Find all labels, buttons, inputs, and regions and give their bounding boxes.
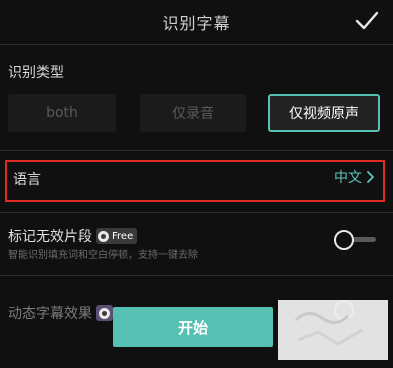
header-bar: 识别字幕 xyxy=(0,0,393,44)
type-option-both[interactable]: both xyxy=(8,94,116,132)
mark-invalid-toggle[interactable] xyxy=(334,230,376,250)
dynamic-subtitle-title: 动态字幕效果 xyxy=(8,303,113,323)
language-row[interactable]: 语言 中文 xyxy=(5,160,385,202)
clock-icon xyxy=(98,230,109,242)
type-option-video-original[interactable]: 仅视频原声 xyxy=(268,94,380,132)
mark-invalid-title: 标记无效片段 Free xyxy=(8,226,138,246)
type-option-audio-only[interactable]: 仅录音 xyxy=(140,94,246,132)
free-badge: Free xyxy=(96,228,138,244)
dynamic-subtitle-label: 动态字幕效果 xyxy=(8,306,92,322)
type-option-label: 仅视频原声 xyxy=(289,106,359,122)
language-label: 语言 xyxy=(13,172,41,188)
mark-invalid-description: 智能识别填充词和空白停顿，支持一键去除 xyxy=(8,250,198,261)
mark-invalid-label: 标记无效片段 xyxy=(8,229,92,245)
language-value[interactable]: 中文 xyxy=(334,167,375,187)
chevron-right-icon xyxy=(367,171,374,183)
page-title: 识别字幕 xyxy=(162,14,231,33)
type-option-label: 仅录音 xyxy=(172,106,214,122)
divider xyxy=(0,275,393,276)
recognition-type-label: 识别类型 xyxy=(8,65,64,81)
divider xyxy=(0,212,393,213)
watermark-logo xyxy=(278,300,388,360)
clock-icon xyxy=(99,307,110,319)
start-button[interactable]: 开始 xyxy=(113,307,273,347)
start-button-label: 开始 xyxy=(177,318,208,337)
divider xyxy=(0,44,393,45)
type-option-label: both xyxy=(46,105,78,121)
toggle-knob xyxy=(334,230,354,250)
divider xyxy=(0,150,393,151)
checkmark-icon[interactable] xyxy=(355,9,379,33)
free-badge-label: Free xyxy=(112,230,134,242)
language-value-text: 中文 xyxy=(334,170,362,186)
pro-badge xyxy=(96,305,113,321)
